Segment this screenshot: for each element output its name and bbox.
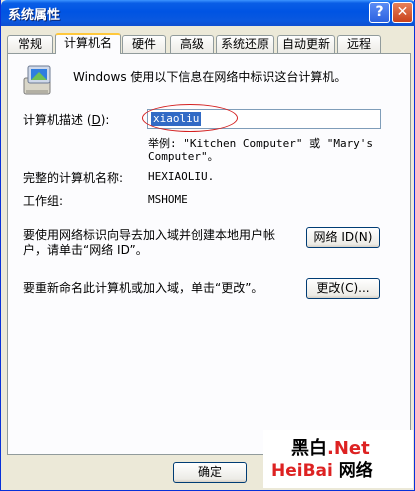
full-computer-name-label: 完整的计算机名称:: [23, 171, 124, 185]
example-text-line2: Computer"。: [148, 150, 219, 163]
window-title: 系统属性: [8, 8, 61, 23]
site-watermark: 黑白.Net HeiBai 网络: [263, 430, 413, 488]
computer-icon: [23, 65, 51, 95]
tab-remote[interactable]: 远程: [337, 35, 381, 53]
workgroup-label: 工作组:: [23, 194, 64, 208]
tab-advanced[interactable]: 高级: [170, 35, 214, 53]
tab-general[interactable]: 常规: [7, 35, 53, 53]
watermark-line2-a: HeiBai: [271, 461, 333, 481]
help-button[interactable]: ?: [369, 2, 390, 23]
tab-automatic-updates[interactable]: 自动更新: [277, 35, 335, 53]
network-id-text-line2: 户，请单击“网络 ID”。: [23, 243, 148, 257]
change-button[interactable]: 更改(C)...: [306, 278, 380, 299]
network-id-button[interactable]: 网络 ID(N): [306, 227, 380, 248]
watermark-line2-b: 网络: [338, 461, 373, 481]
watermark-line2: HeiBai 网络: [271, 456, 373, 481]
rename-text: 要重新命名此计算机或加入域，单击“更改”。: [23, 281, 264, 295]
tab-strip: 常规 计算机名 硬件 高级 系统还原 自动更新 远程: [7, 33, 411, 54]
description-label-pre: 计算机描述 (: [23, 113, 92, 127]
intro-text: Windows 使用以下信息在网络中标识这台计算机。: [73, 70, 347, 84]
title-bar[interactable]: 系统属性 ? ✕: [1, 0, 415, 26]
annotation-red-oval: [142, 104, 238, 132]
tab-hardware[interactable]: 硬件: [122, 35, 166, 53]
ok-button[interactable]: 确定: [173, 462, 247, 483]
system-properties-window: 系统属性 ? ✕ 常规 计算机名 硬件 高级 系统还原 自动更新 远程 Wind…: [0, 0, 415, 491]
description-label-post: ):: [100, 113, 110, 127]
close-button[interactable]: ✕: [392, 2, 413, 23]
description-label-accesskey: D: [91, 113, 101, 127]
description-label: 计算机描述 (D):: [23, 111, 109, 128]
workgroup-value: MSHOME: [148, 193, 188, 206]
tab-computer-name[interactable]: 计算机名: [55, 33, 121, 54]
tab-system-restore[interactable]: 系统还原: [216, 35, 274, 53]
full-computer-name-value: HEXIAOLIU.: [148, 170, 215, 183]
